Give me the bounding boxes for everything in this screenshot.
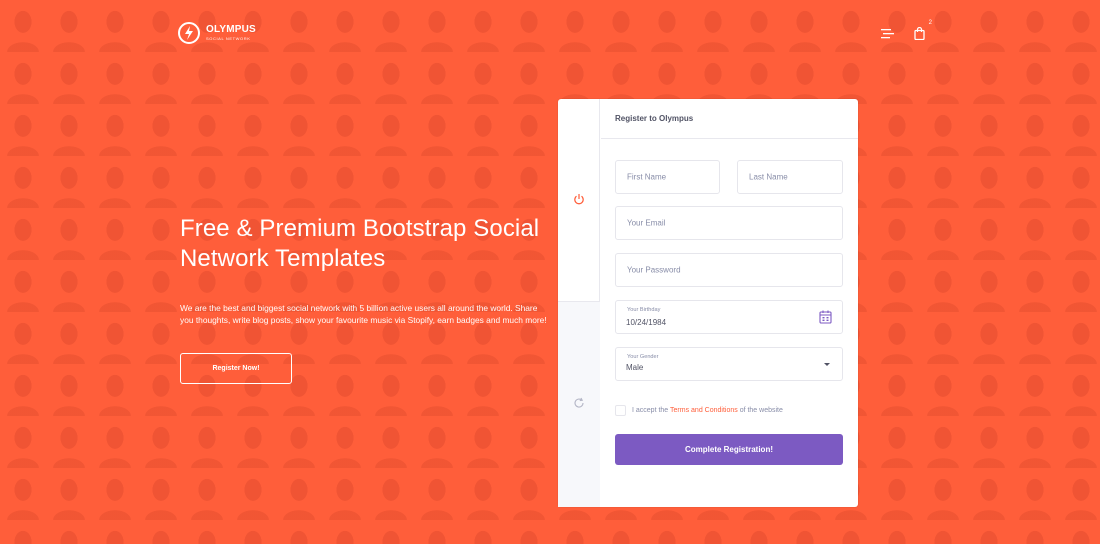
first-name-placeholder: First Name — [627, 172, 667, 182]
hero-description-line-1: We are the best and biggest social netwo… — [180, 303, 538, 313]
password-placeholder: Your Password — [627, 265, 681, 275]
cart-count-badge: 2 — [928, 20, 932, 26]
lightning-logo-icon — [178, 22, 200, 44]
birthday-label: Your Birthday — [627, 307, 661, 313]
rail-tab-login[interactable] — [558, 99, 600, 302]
rail-tab-register[interactable] — [558, 302, 600, 507]
refresh-icon — [574, 397, 584, 408]
hero-title-line-2: Network Templates — [180, 245, 386, 272]
terms-link[interactable]: Terms and Conditions — [670, 407, 738, 414]
first-name-field[interactable]: First Name — [615, 160, 720, 194]
terms-prefix: I accept the — [632, 407, 669, 414]
complete-registration-button[interactable]: Complete Registration! — [615, 434, 843, 465]
register-now-button[interactable]: Register Now! — [180, 353, 292, 384]
gender-select[interactable]: Your Gender Male — [615, 347, 843, 381]
hero-description: We are the best and biggest social netwo… — [180, 302, 550, 326]
terms-row: I accept the Terms and Conditions of the… — [615, 405, 783, 416]
email-field[interactable]: Your Email — [615, 206, 843, 240]
hero-title-line-1: Free & Premium Bootstrap Social — [180, 215, 540, 242]
terms-text: I accept the Terms and Conditions of the… — [632, 407, 783, 414]
brand-name: OLYMPUS — [206, 24, 256, 35]
menu-lines-icon[interactable] — [880, 26, 894, 40]
chevron-down-icon — [824, 363, 830, 366]
terms-suffix: of the website — [739, 407, 783, 414]
hero-title: Free & Premium Bootstrap Social Network … — [180, 214, 550, 274]
calendar-icon[interactable] — [819, 310, 832, 324]
birthday-value: 10/24/1984 — [626, 318, 667, 327]
brand-text: OLYMPUS SOCIAL NETWORK — [206, 25, 256, 41]
last-name-field[interactable]: Last Name — [737, 160, 843, 194]
shopping-bag-icon[interactable]: 2 — [912, 20, 932, 40]
birthday-field[interactable]: Your Birthday 10/24/1984 — [615, 300, 843, 334]
brand-logo[interactable]: OLYMPUS SOCIAL NETWORK — [178, 22, 256, 44]
panel-title: Register to Olympus — [601, 99, 858, 139]
hero-description-line-2: you thoughts, write blog posts, show you… — [180, 315, 547, 325]
header-icons: 2 — [880, 20, 932, 40]
last-name-placeholder: Last Name — [749, 172, 788, 182]
hero-section: Free & Premium Bootstrap Social Network … — [180, 214, 550, 326]
gender-label: Your Gender — [627, 354, 659, 360]
power-icon — [574, 194, 584, 205]
gender-value: Male — [626, 363, 644, 372]
brand-tagline: SOCIAL NETWORK — [206, 36, 251, 41]
terms-checkbox[interactable] — [615, 405, 626, 416]
top-bar: OLYMPUS SOCIAL NETWORK 2 — [0, 0, 1100, 88]
panel-side-rail — [558, 99, 600, 507]
password-field[interactable]: Your Password — [615, 253, 843, 287]
email-placeholder: Your Email — [627, 218, 666, 228]
